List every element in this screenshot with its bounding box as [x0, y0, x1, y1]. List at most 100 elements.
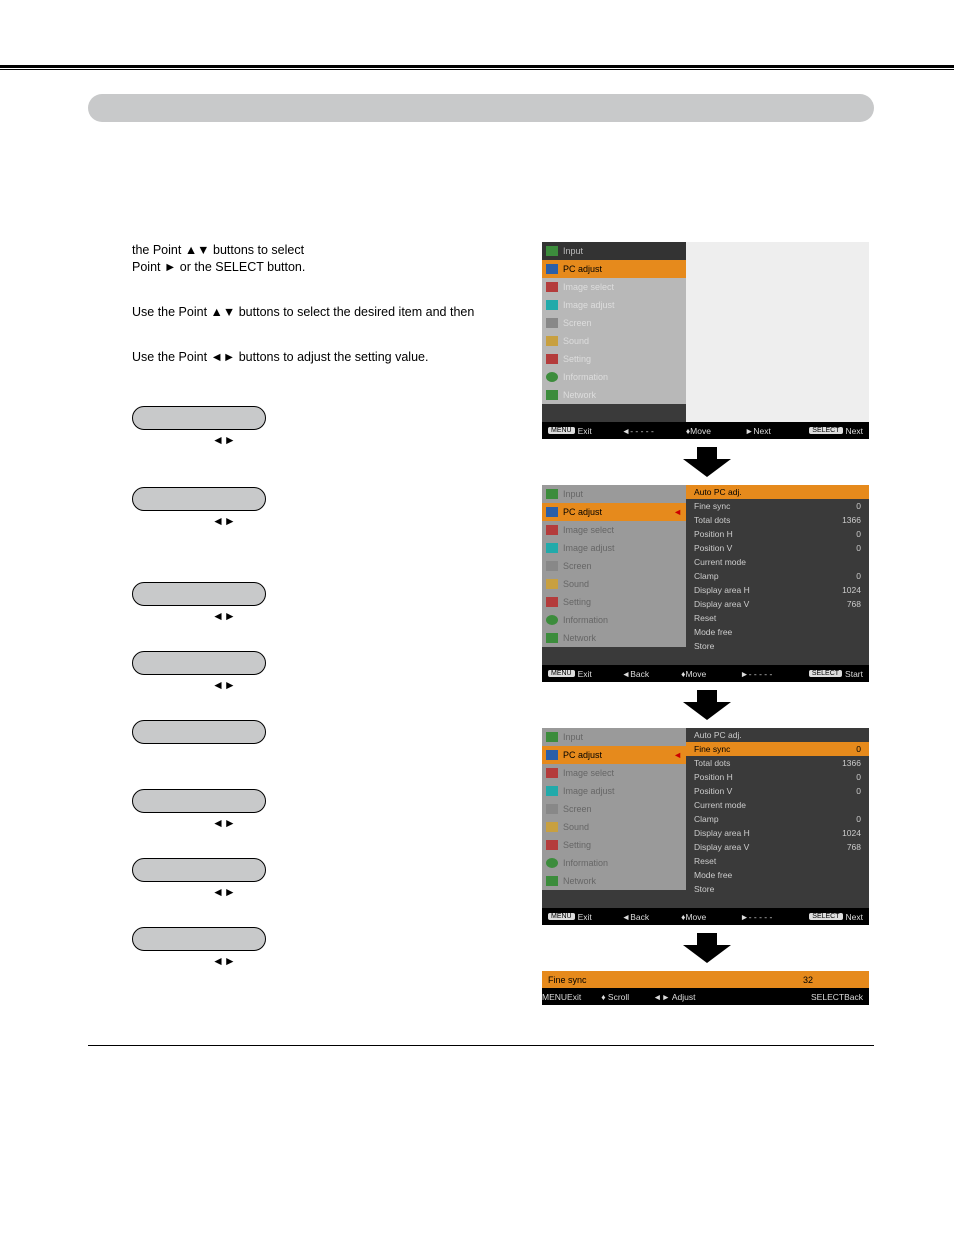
osd-menu-item[interactable]: Image select: [542, 278, 686, 296]
label: Next: [846, 426, 863, 436]
param-name: Auto PC adj.: [694, 487, 742, 497]
osd-menu-item[interactable]: Network: [542, 629, 686, 647]
pill-arrows: ◄►: [132, 816, 542, 830]
select-tag: SELECT: [809, 427, 842, 434]
osd-menu-item[interactable]: Input: [542, 242, 686, 260]
ic-grey-icon: [546, 561, 558, 571]
param-row[interactable]: Total dots1366: [686, 513, 869, 527]
param-value: 1024: [842, 585, 861, 595]
osd-menu-item[interactable]: Image select: [542, 764, 686, 782]
osd-menu: InputPC adjust►Image selectImage adjustS…: [542, 242, 686, 404]
menu-tag: MENU: [548, 913, 575, 920]
ic-goldr-icon: [546, 336, 558, 346]
osd-menu-item[interactable]: Image adjust: [542, 782, 686, 800]
param-row[interactable]: Display area H1024: [686, 583, 869, 597]
menu-label: Information: [563, 372, 608, 382]
osd-menu-item[interactable]: Screen: [542, 800, 686, 818]
param-row[interactable]: Display area V768: [686, 840, 869, 854]
osd-menu: InputPC adjust◄Image select Image adjust S…: [542, 485, 686, 647]
param-row[interactable]: Store: [686, 882, 869, 896]
param-row[interactable]: Fine sync0: [686, 499, 869, 513]
menu-label: Image adjust: [563, 543, 615, 553]
menu-label: Input: [563, 732, 583, 742]
param-row[interactable]: Reset: [686, 611, 869, 625]
pill: [132, 927, 266, 951]
osd-menu-item[interactable]: Input: [542, 485, 686, 503]
ic-red-icon: [546, 597, 558, 607]
param-row[interactable]: Store: [686, 639, 869, 653]
osd-menu-item[interactable]: Setting: [542, 350, 686, 368]
param-row[interactable]: Clamp0: [686, 812, 869, 826]
param-row[interactable]: Clamp0: [686, 569, 869, 583]
pill: [132, 651, 266, 675]
ic-goldr-icon: [546, 579, 558, 589]
pill: [132, 406, 266, 430]
osd-menu-item[interactable]: Setting: [542, 836, 686, 854]
osd-menu-item[interactable]: PC adjust►: [542, 260, 686, 278]
param-name: Mode free: [694, 627, 732, 637]
down-arrow-icon: [683, 447, 731, 477]
ic-green-icon: [546, 246, 558, 256]
param-row[interactable]: Display area V768: [686, 597, 869, 611]
osd-menu-item[interactable]: Information: [542, 854, 686, 872]
osd-menu-item[interactable]: Sound: [542, 575, 686, 593]
param-row[interactable]: Display area H1024: [686, 826, 869, 840]
osd-menu-item[interactable]: Setting: [542, 593, 686, 611]
osd-menu-item[interactable]: PC adjust◄: [542, 503, 686, 521]
osd-menu-item[interactable]: Network: [542, 872, 686, 890]
exit-label: Exit: [578, 426, 592, 436]
menu-label: Network: [563, 633, 596, 643]
param-pill-3: ◄►: [132, 651, 542, 702]
down-arrow-icon: [683, 933, 731, 963]
ic-teal-icon: [546, 543, 558, 553]
osd-menu-item[interactable]: Image adjust: [542, 296, 686, 314]
osd-menu-item[interactable]: Image select: [542, 521, 686, 539]
osd-menu-item[interactable]: Sound: [542, 818, 686, 836]
param-pill-7: ◄►: [132, 927, 542, 968]
osd-params: Auto PC adj.Fine sync0Total dots1366Posi…: [686, 485, 869, 665]
param-row[interactable]: Fine sync0: [686, 742, 869, 756]
param-row[interactable]: Position V0: [686, 541, 869, 555]
osd-menu-item[interactable]: Sound: [542, 332, 686, 350]
param-pill-2: ◄►: [132, 582, 542, 633]
osd-menu-item[interactable]: PC adjust◄: [542, 746, 686, 764]
osd-menu-item[interactable]: Information: [542, 611, 686, 629]
select-tag: SELECT: [809, 913, 842, 920]
osd-menu-item[interactable]: Image adjust: [542, 539, 686, 557]
param-name: Reset: [694, 856, 716, 866]
osd-menu-item[interactable]: Input: [542, 728, 686, 746]
label: Move: [685, 669, 706, 679]
param-value: 0: [856, 772, 861, 782]
param-row[interactable]: Mode free: [686, 625, 869, 639]
param-row[interactable]: Current mode: [686, 555, 869, 569]
exit-label: Exit: [578, 669, 592, 679]
ic-red-icon: [546, 768, 558, 778]
osd-bottom-4: MENUExit ♦ Scroll ◄► Adjust SELECTBack: [542, 988, 869, 1005]
ic-blue-icon: [546, 507, 558, 517]
ic-grey-icon: [546, 318, 558, 328]
osd-menu-item[interactable]: Screen: [542, 314, 686, 332]
param-row[interactable]: Position H0: [686, 770, 869, 784]
osd-menu-item[interactable]: Information: [542, 368, 686, 386]
param-row[interactable]: Mode free: [686, 868, 869, 882]
param-row[interactable]: Reset: [686, 854, 869, 868]
osd-menu-item[interactable]: Network: [542, 386, 686, 404]
pill-arrows: ◄►: [132, 678, 542, 692]
down-arrow-icon: [683, 690, 731, 720]
param-row[interactable]: Auto PC adj.: [686, 728, 869, 742]
label: Start: [845, 669, 863, 679]
param-row[interactable]: Auto PC adj.: [686, 485, 869, 499]
label: - - - - -: [630, 426, 654, 436]
text: Point ► or the SELECT button.: [132, 260, 305, 274]
text: Use the Point ◄► buttons to adjust the s…: [132, 350, 428, 364]
param-row[interactable]: Total dots1366: [686, 756, 869, 770]
param-row[interactable]: Position H0: [686, 527, 869, 541]
ic-teal-icon: [546, 786, 558, 796]
menu-label: Input: [563, 246, 583, 256]
param-row[interactable]: Current mode: [686, 798, 869, 812]
menu-label: Image adjust: [563, 786, 615, 796]
param-row[interactable]: Position V0: [686, 784, 869, 798]
param-value: 0: [856, 543, 861, 553]
osd-menu-item[interactable]: Screen: [542, 557, 686, 575]
param-name: Current mode: [694, 557, 746, 567]
